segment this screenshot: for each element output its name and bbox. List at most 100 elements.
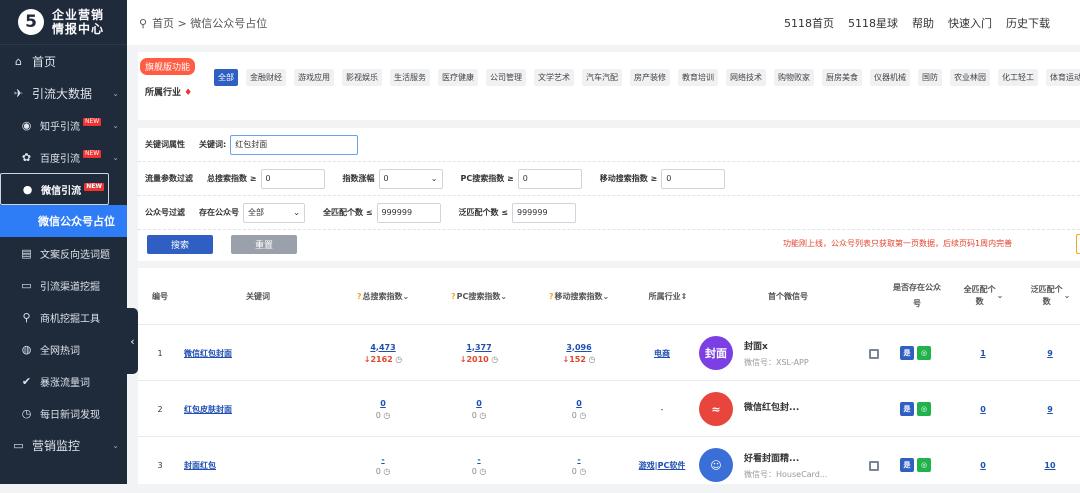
industry-tag[interactable]: 购物败家 — [774, 69, 814, 86]
search-button[interactable]: 搜索 — [147, 235, 213, 254]
account-name[interactable]: 微信红包封... — [744, 400, 799, 413]
industry-link[interactable]: 电商 — [654, 348, 670, 359]
keyword-cell: 微信红包封面 — [168, 325, 288, 381]
sidebar-item-1[interactable]: ✈ 引流大数据 ⌄ — [0, 77, 127, 109]
sidebar-item-2[interactable]: ◉ 知乎引流 NEW ⌄ — [0, 109, 127, 141]
industry-tag[interactable]: 游戏应用 — [294, 69, 334, 86]
wechat-icon[interactable]: ◎ — [917, 346, 931, 360]
industry-tag[interactable]: 化工轻工 — [998, 69, 1038, 86]
col-no: 编号 — [152, 291, 168, 301]
keyword-input[interactable]: 红包封面 — [230, 134, 359, 155]
keyword-link[interactable]: 红包皮肤封面 — [184, 404, 232, 415]
account-name[interactable]: 好看封面精... — [744, 451, 799, 464]
wechat-icon[interactable]: ◎ — [917, 458, 931, 472]
industry-tag[interactable]: 体育运动 — [1046, 69, 1080, 86]
account-avatar[interactable]: ☺ — [699, 448, 733, 482]
col-fuzzy-match[interactable]: 泛匹配个数 ⌄ — [1020, 268, 1080, 324]
industry-tag[interactable]: 公司管理 — [486, 69, 526, 86]
exists-account-select[interactable]: 全部 ⌄ — [243, 202, 305, 223]
logo[interactable]: 5 企业营销 情报中心 — [0, 0, 127, 45]
collapse-sidebar-button[interactable]: ‹ — [127, 308, 138, 374]
col-pc-index[interactable]: ? PC搜索指数 ⌄ — [434, 268, 524, 324]
col-mobile-index[interactable]: ? 移动搜索指数 ⌄ — [534, 268, 624, 324]
fuzzy-match-link[interactable]: 10 — [1044, 461, 1055, 470]
fuzzy-match-link[interactable]: 9 — [1047, 405, 1053, 414]
industry-tag[interactable]: 影视娱乐 — [342, 69, 382, 86]
sidebar-item-3[interactable]: ✿ 百度引流 NEW ⌄ — [0, 141, 127, 173]
industry-tag[interactable]: 房产装修 — [630, 69, 670, 86]
help-icon: ? — [450, 291, 456, 301]
sidebar-item-5[interactable]: 微信公众号占位 — [0, 205, 127, 237]
index-value[interactable]: 4,473 — [370, 343, 395, 352]
sidebar-item-8[interactable]: ⚲ 商机挖掘工具 — [0, 301, 127, 333]
industry-cell: 电商 — [626, 325, 698, 381]
top-link-0[interactable]: 5118首页 — [784, 15, 834, 31]
full-match-input[interactable]: 999999 — [376, 202, 441, 223]
full-match-link[interactable]: 0 — [980, 461, 986, 470]
sidebar-item-12[interactable]: ▭ 营销监控 ⌄ — [0, 429, 127, 461]
industry-tag[interactable]: 厨房美食 — [822, 69, 862, 86]
index-change: 0 — [375, 410, 381, 420]
fuzzy-match-link[interactable]: 9 — [1047, 349, 1053, 358]
index-cell: -0 ◷ — [434, 437, 524, 493]
account-avatar[interactable]: 封面 — [699, 336, 733, 370]
index-value[interactable]: - — [577, 455, 580, 464]
index-value[interactable]: 0 — [576, 399, 582, 408]
clock-icon: ◷ — [383, 410, 391, 420]
industry-tag[interactable]: 网络技术 — [726, 69, 766, 86]
industry-link[interactable]: 游戏|PC软件 — [639, 460, 686, 471]
index-value[interactable]: - — [477, 455, 480, 464]
account-name[interactable]: 封面x — [744, 339, 768, 352]
top-link-2[interactable]: 帮助 — [912, 15, 934, 31]
index-value[interactable]: - — [381, 455, 384, 464]
sidebar-item-4[interactable]: ● 微信引流 NEW ⌃ — [0, 173, 109, 205]
total-index-input[interactable]: 0 — [260, 168, 325, 189]
industry-tag[interactable]: 全部 — [214, 69, 238, 86]
account-avatar[interactable]: ≈ — [699, 392, 733, 426]
industry-cell: 游戏|PC软件 — [626, 437, 698, 493]
industry-tag[interactable]: 教育培训 — [678, 69, 718, 86]
top-link-3[interactable]: 快速入门 — [948, 15, 992, 31]
col-total-index[interactable]: ? 总搜索指数 ⌄ — [338, 268, 428, 324]
col-full-match[interactable]: 全匹配个数 ⌄ — [954, 268, 1012, 324]
mobile-index-input[interactable]: 0 — [661, 168, 726, 189]
full-match-link[interactable]: 0 — [980, 405, 986, 414]
qrcode-icon[interactable] — [869, 349, 879, 359]
industry-tag[interactable]: 农业林园 — [950, 69, 990, 86]
sidebar-item-0[interactable]: ⌂ 首页 — [0, 45, 127, 77]
exists-cell: 是 ◎ — [890, 381, 944, 437]
industry-tag[interactable]: 汽车汽配 — [582, 69, 622, 86]
index-value[interactable]: 1,377 — [466, 343, 491, 352]
index-growth-select[interactable]: 0 ⌄ — [378, 168, 443, 189]
industry-tag[interactable]: 医疗健康 — [438, 69, 478, 86]
keyword-link[interactable]: 微信红包封面 — [184, 348, 232, 359]
wechat-icon: ● — [22, 182, 33, 196]
qrcode-icon[interactable] — [869, 461, 879, 471]
full-match-link[interactable]: 1 — [980, 349, 986, 358]
sidebar-item-6[interactable]: ▤ 文案反向选词题 — [0, 237, 127, 269]
index-value[interactable]: 0 — [380, 399, 386, 408]
location-icon: ⚲ — [139, 16, 148, 30]
sidebar-item-7[interactable]: ▭ 引流渠道挖掘 — [0, 269, 127, 301]
sidebar-item-9[interactable]: ◍ 全网热词 — [0, 333, 127, 365]
top-link-1[interactable]: 5118星球 — [848, 15, 898, 31]
reset-button[interactable]: 重置 — [231, 235, 297, 254]
col-industry[interactable]: 所属行业 ⇕ — [632, 268, 704, 324]
breadcrumb-text[interactable]: 首页 > 微信公众号占位 — [152, 17, 267, 30]
sidebar-item-10[interactable]: ✔ 暴涨流量词 — [0, 365, 127, 397]
industry-tag[interactable]: 文学艺术 — [534, 69, 574, 86]
fuzzy-match-input[interactable]: 999999 — [512, 202, 576, 223]
wechat-icon[interactable]: ◎ — [917, 402, 931, 416]
pc-index-input[interactable]: 0 — [517, 168, 582, 189]
industry-link[interactable]: - — [661, 405, 664, 414]
industry-tag[interactable]: 国防 — [918, 69, 942, 86]
sidebar-item-11[interactable]: ◷ 每日新词发现 — [0, 397, 127, 429]
industry-tag[interactable]: 仪器机械 — [870, 69, 910, 86]
industry-tag[interactable]: 生活服务 — [390, 69, 430, 86]
index-value[interactable]: 3,096 — [566, 343, 591, 352]
index-value[interactable]: 0 — [476, 399, 482, 408]
industry-tag[interactable]: 金融财经 — [246, 69, 286, 86]
notice-box[interactable] — [1076, 234, 1080, 254]
keyword-link[interactable]: 封面红包 — [184, 460, 216, 471]
top-link-4[interactable]: 历史下载 — [1006, 15, 1050, 31]
